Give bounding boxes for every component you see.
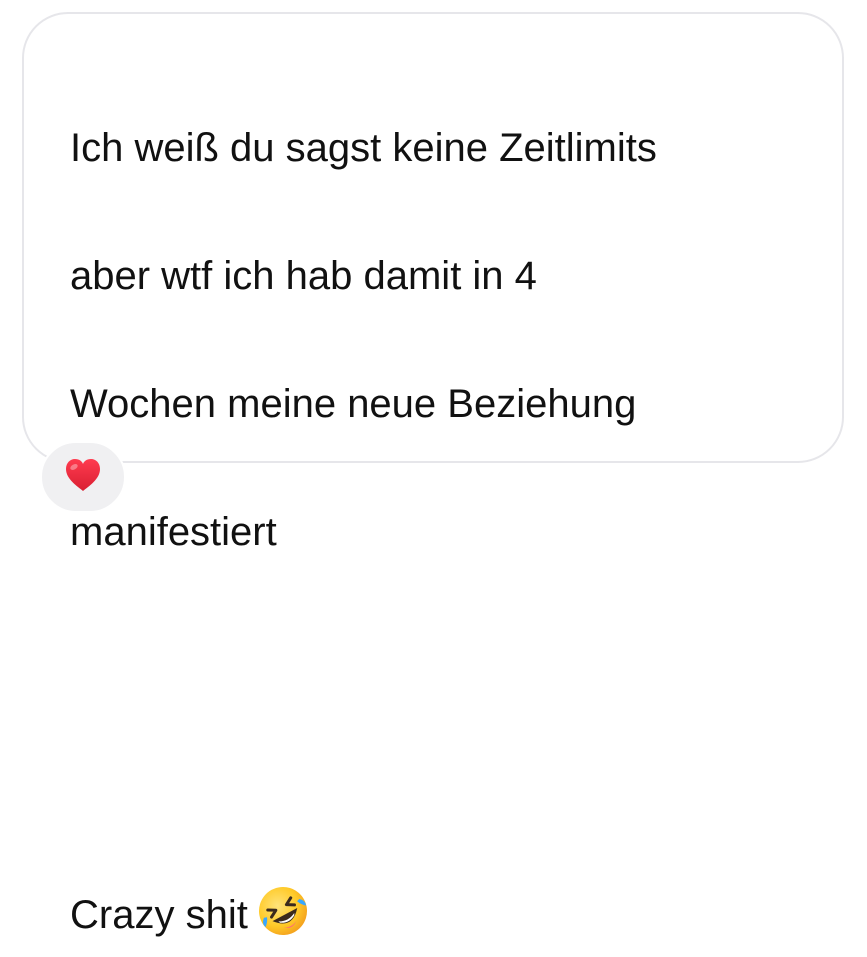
crazy-shit-text: Crazy shit: [70, 893, 248, 937]
message-line-2: aber wtf ich hab damit in 4: [70, 254, 537, 298]
message-line-4: manifestiert: [70, 510, 277, 554]
message-line-1: Ich weiß du sagst keine Zeitlimits: [70, 126, 657, 170]
message-line-3: Wochen meine neue Beziehung: [70, 382, 637, 426]
message-text: Ich weiß du sagst keine Zeitlimits aber …: [70, 52, 810, 937]
message-line-5: [70, 628, 810, 692]
heart-reaction-badge[interactable]: [40, 441, 126, 513]
rolling-on-floor-laughing-emoji-icon: [256, 820, 310, 957]
red-heart-icon: [62, 456, 104, 499]
message-line-6: Crazy shit: [70, 756, 810, 937]
